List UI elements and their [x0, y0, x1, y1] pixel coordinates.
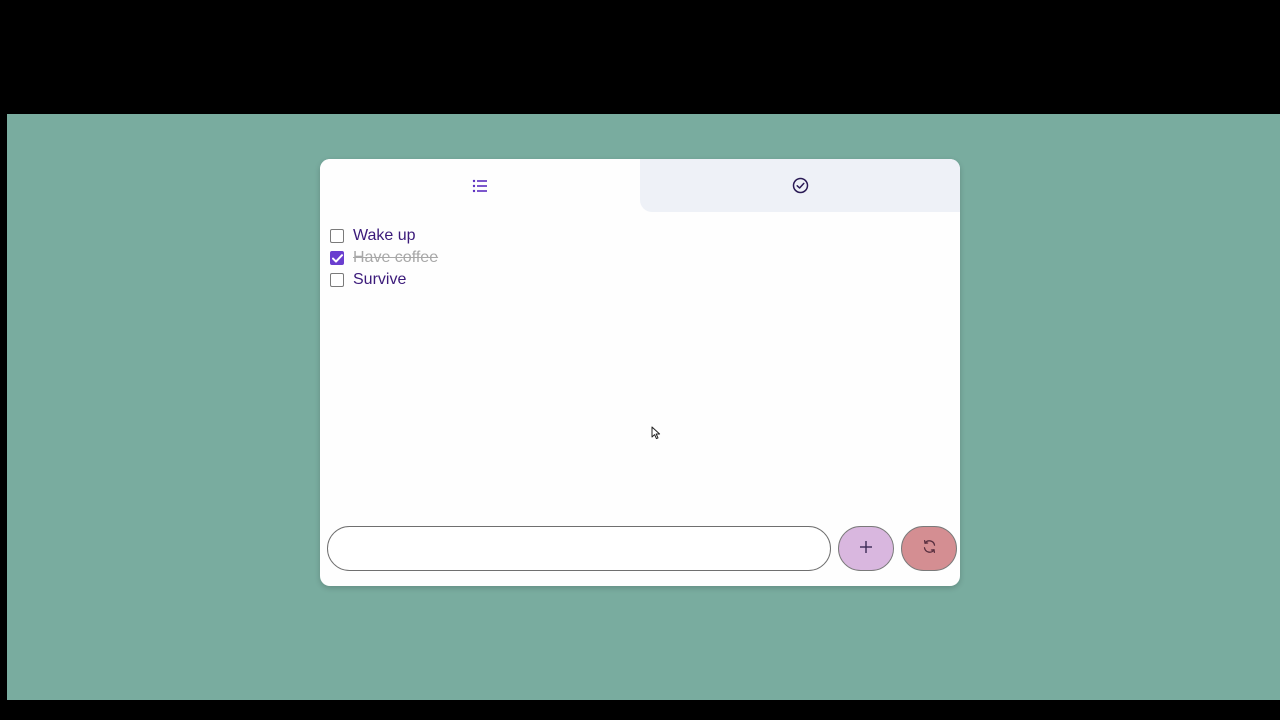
add-todo-button[interactable] [838, 526, 894, 571]
todo-item: Wake up [330, 225, 438, 247]
todo-item: Have coffee [330, 247, 438, 269]
check-circle-icon [792, 177, 809, 194]
todo-item: Survive [330, 269, 438, 291]
todo-checkbox[interactable] [330, 273, 344, 287]
todo-label: Survive [353, 271, 407, 288]
refresh-icon [922, 539, 937, 559]
plus-icon [860, 540, 872, 558]
list-icon [472, 179, 488, 193]
tab-all-todos[interactable] [320, 159, 640, 212]
todo-checkbox[interactable] [330, 229, 344, 243]
reset-todos-button[interactable] [901, 526, 957, 571]
todo-card: Wake up Have coffee Survive [320, 159, 960, 586]
new-todo-input[interactable] [327, 526, 831, 571]
letterbox-bottom [0, 700, 1280, 720]
letterbox-top [0, 0, 1280, 114]
tab-bar [320, 159, 960, 212]
new-todo-row [327, 526, 957, 571]
todo-list: Wake up Have coffee Survive [330, 225, 438, 291]
todo-label: Have coffee [353, 249, 439, 266]
tab-completed[interactable] [640, 159, 960, 212]
checkmark-icon [331, 253, 343, 263]
todo-checkbox[interactable] [330, 251, 344, 265]
todo-label: Wake up [353, 227, 416, 244]
mouse-cursor-icon [651, 426, 661, 445]
